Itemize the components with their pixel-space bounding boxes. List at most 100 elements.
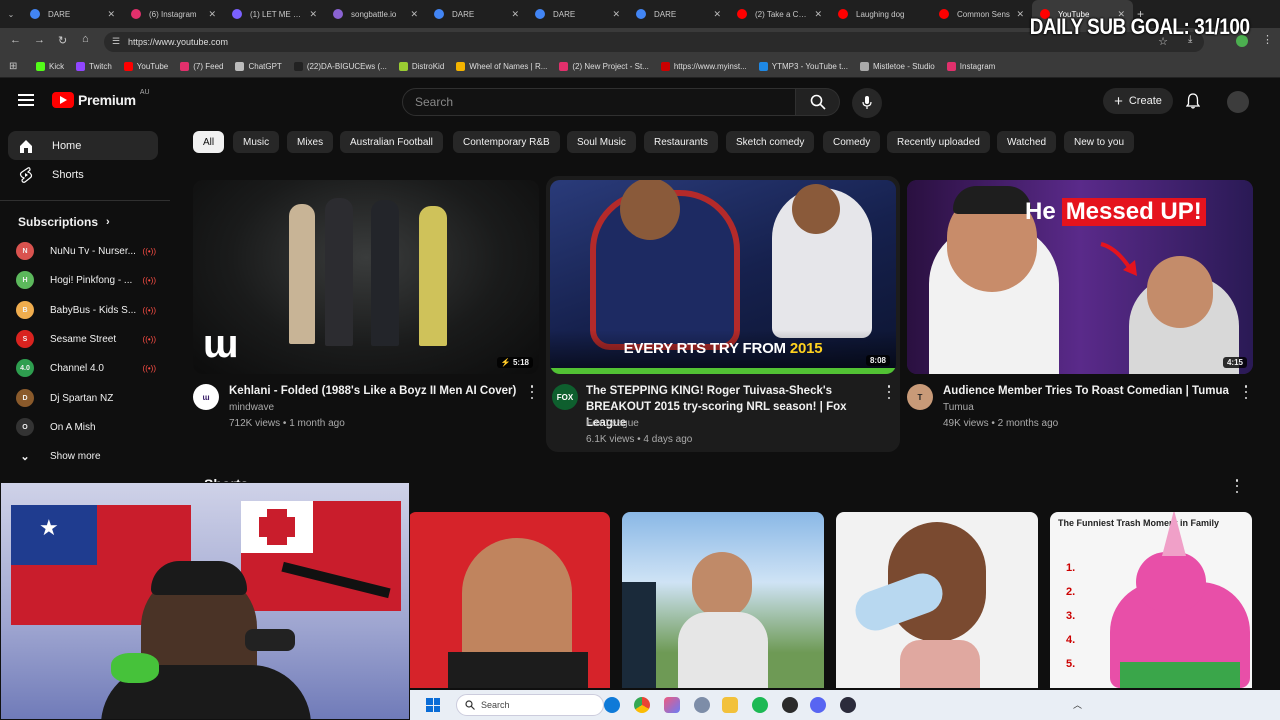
discord-icon[interactable] [810, 697, 826, 713]
subscriptions-header[interactable]: Subscriptions › [18, 215, 110, 229]
account-avatar[interactable] [1227, 91, 1249, 113]
close-icon[interactable]: ✕ [612, 9, 620, 20]
sidebar-subscription[interactable]: N NuNu Tv - Nurser... ((•)) [16, 239, 156, 263]
filter-chip[interactable]: Comedy [823, 131, 881, 153]
filter-chip[interactable]: Watched [997, 131, 1057, 153]
tab-search-icon[interactable]: ⌄ [0, 0, 22, 28]
bookmark-item[interactable]: Kick [36, 62, 64, 71]
back-icon[interactable]: ← [10, 34, 21, 46]
close-icon[interactable]: ✕ [107, 9, 115, 20]
guide-menu-icon[interactable] [18, 94, 34, 106]
search-input[interactable]: Search [402, 88, 796, 116]
filter-chip[interactable]: Recently uploaded [887, 131, 990, 153]
bookmark-item[interactable]: Twitch [76, 62, 112, 71]
bookmark-item[interactable]: Instagram [946, 62, 995, 71]
browser-tab[interactable]: (6) Instagram ✕ [123, 0, 224, 28]
chrome-icon[interactable] [634, 697, 650, 713]
video-thumbnail[interactable]: ɯ ⚡ 5:18 [193, 180, 539, 374]
windows-start-icon[interactable] [426, 698, 440, 712]
bookmark-item[interactable]: Mistletoe - Studio [859, 62, 935, 71]
channel-name[interactable]: Fox League [586, 416, 639, 432]
close-icon[interactable]: ✕ [309, 9, 317, 20]
video-menu-icon[interactable] [886, 385, 892, 399]
bookmark-item[interactable]: DistroKid [398, 62, 444, 71]
bookmark-item[interactable]: YouTube [123, 62, 168, 71]
browser-tab[interactable]: songbattle.io ✕ [325, 0, 426, 28]
video-menu-icon[interactable] [1243, 385, 1249, 399]
video-title[interactable]: Audience Member Tries To Roast Comedian … [943, 383, 1233, 399]
bookmark-item[interactable]: (7) Feed [180, 62, 223, 71]
obs-icon[interactable] [782, 697, 798, 713]
short-thumbnail[interactable] [408, 512, 610, 688]
sidebar-item-shorts[interactable]: Shorts [8, 160, 158, 189]
youtube-logo[interactable]: Premium AU [52, 89, 150, 108]
video-thumbnail[interactable]: EVERY RTS TRY FROM 2015 8:08 [550, 180, 896, 374]
browser-tab[interactable]: DARE ✕ [22, 0, 123, 28]
bookmark-item[interactable]: ChatGPT [235, 62, 282, 71]
voice-search-button[interactable] [852, 88, 882, 118]
bookmark-item[interactable]: YTMP3 - YouTube t... [758, 62, 848, 71]
browser-tab[interactable]: DARE ✕ [527, 0, 628, 28]
bookmark-item[interactable]: https://www.myinst... [660, 62, 747, 71]
create-button[interactable]: + Create [1103, 88, 1173, 114]
browser-tab[interactable]: DARE ✕ [628, 0, 729, 28]
edge-icon[interactable] [604, 697, 620, 713]
filter-chip[interactable]: Mixes [287, 131, 334, 153]
copilot-icon[interactable] [664, 697, 680, 713]
filter-chip[interactable]: Sketch comedy [726, 131, 815, 153]
close-icon[interactable]: ✕ [410, 9, 418, 20]
browser-tab[interactable]: (1) LET ME SMI ✕ [224, 0, 325, 28]
sidebar-subscription[interactable]: S Sesame Street ((•)) [16, 327, 156, 351]
close-icon[interactable]: ✕ [713, 9, 721, 20]
site-info-icon[interactable]: ☰ [112, 36, 120, 47]
bookmark-item[interactable]: Wheel of Names | R... [456, 62, 547, 71]
close-icon[interactable]: ✕ [1016, 9, 1024, 20]
search-button[interactable] [796, 88, 840, 116]
video-thumbnail[interactable]: He Messed UP! 4:15 [907, 180, 1253, 374]
taskbar-search-input[interactable]: Search [456, 694, 604, 716]
video-title[interactable]: Kehlani - Folded (1988's Like a Boyz II … [229, 383, 519, 399]
filter-chip[interactable]: Music [233, 131, 280, 153]
bookmark-item[interactable]: (2) New Project - St... [559, 62, 649, 71]
bookmark-item[interactable]: (22)DA-BIGUCEws (... [293, 62, 387, 71]
shelf-menu-icon[interactable] [1234, 479, 1240, 493]
channel-avatar[interactable]: FOX [552, 384, 578, 410]
browser-menu-icon[interactable]: ⋮ [1262, 33, 1273, 46]
filter-chip[interactable]: New to you [1064, 131, 1135, 153]
short-thumbnail[interactable] [836, 512, 1038, 688]
channel-name[interactable]: Tumua [943, 400, 974, 416]
home-icon[interactable]: ⌂ [82, 33, 89, 45]
short-thumbnail[interactable]: The Funniest Trash Moment in Family 1. 2.… [1050, 512, 1252, 688]
channel-name[interactable]: mindwave [229, 400, 274, 416]
close-icon[interactable]: ✕ [814, 9, 822, 20]
forward-icon[interactable]: → [34, 34, 45, 46]
filter-chip[interactable]: Australian Football [340, 131, 443, 153]
filter-chip[interactable]: All [193, 131, 225, 153]
channel-avatar[interactable]: T [907, 384, 933, 410]
reload-icon[interactable]: ↻ [58, 34, 67, 47]
channel-avatar[interactable]: ɯ [193, 384, 219, 410]
close-icon[interactable]: ✕ [208, 9, 216, 20]
sidebar-subscription[interactable]: H Hogi! Pinkfong - ... ((•)) [16, 268, 156, 292]
spotify-icon[interactable] [752, 697, 768, 713]
filter-chip[interactable]: Soul Music [567, 131, 636, 153]
browser-tab[interactable]: (2) Take a Chan ✕ [729, 0, 830, 28]
browser-tab[interactable]: DARE ✕ [426, 0, 527, 28]
sidebar-subscription[interactable]: O On A Mish [16, 415, 156, 439]
short-thumbnail[interactable] [622, 512, 824, 688]
tray-chevron-icon[interactable]: ︿ [1073, 698, 1082, 711]
sidebar-subscription[interactable]: D Dj Spartan NZ [16, 386, 156, 410]
notifications-icon[interactable] [1185, 93, 1201, 114]
file-explorer-icon[interactable] [722, 697, 738, 713]
sidebar-item-home[interactable]: Home [8, 131, 158, 160]
sidebar-show-more[interactable]: ⌄ Show more [16, 444, 156, 468]
browser-tab[interactable]: Laughing dog [830, 0, 931, 28]
sidebar-subscription[interactable]: B BabyBus - Kids S... ((•)) [16, 298, 156, 322]
app-icon[interactable] [840, 697, 856, 713]
apps-grid-icon[interactable]: ⊞ [9, 61, 17, 72]
video-menu-icon[interactable] [529, 385, 535, 399]
settings-icon[interactable] [694, 697, 710, 713]
browser-tab[interactable]: Common Sens ✕ [931, 0, 1032, 28]
filter-chip[interactable]: Contemporary R&B [453, 131, 560, 153]
sidebar-subscription[interactable]: 4.0 Channel 4.0 ((•)) [16, 356, 156, 380]
